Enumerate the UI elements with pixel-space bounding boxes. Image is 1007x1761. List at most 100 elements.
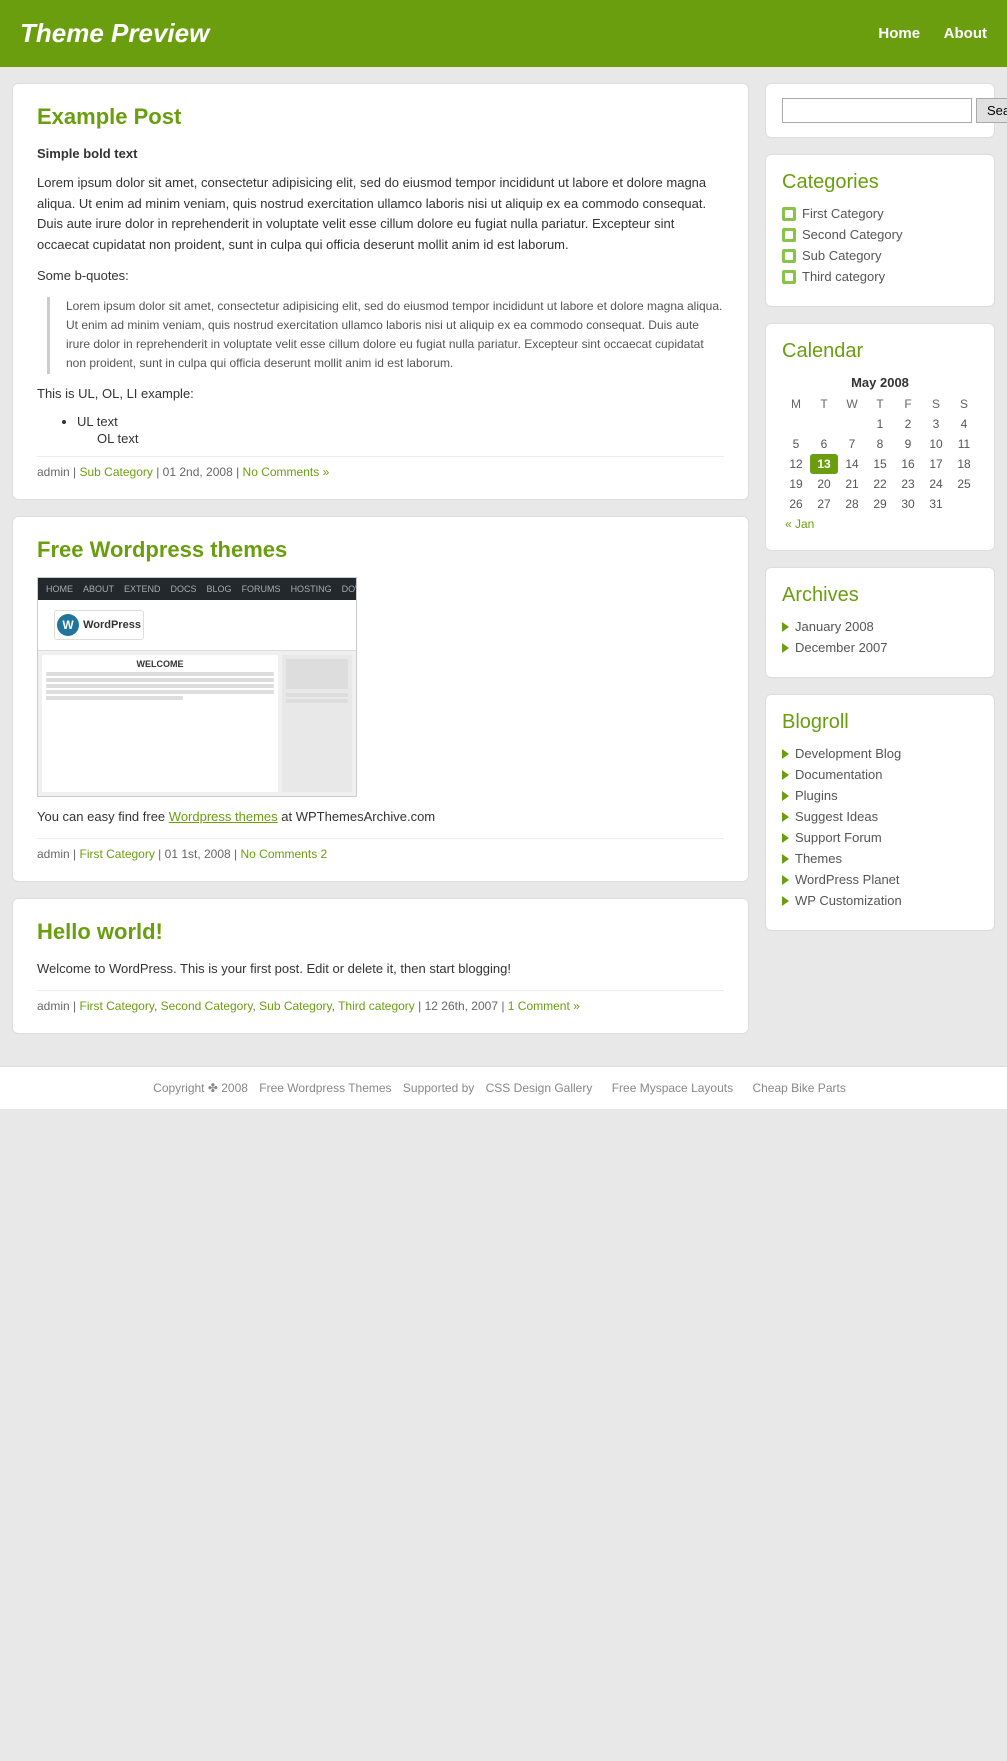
wp-logo: W WordPress: [54, 610, 144, 640]
category-link[interactable]: Sub Category: [802, 248, 882, 263]
post-example: Example Post Simple bold text Lorem ipsu…: [12, 83, 749, 500]
post-comments[interactable]: No Comments »: [243, 465, 330, 479]
post-link-wordpress-themes[interactable]: Wordpress themes: [169, 809, 278, 824]
post-cat-3[interactable]: Sub Category: [259, 999, 332, 1013]
wp-text-line: [46, 678, 274, 682]
footer-link-3[interactable]: Free Myspace Layouts: [612, 1081, 733, 1095]
cal-day: 7: [838, 434, 866, 454]
wp-nav-item: FORUMS: [242, 584, 281, 594]
cal-day: [838, 414, 866, 434]
blogroll-link[interactable]: Support Forum: [795, 830, 882, 845]
arrow-icon: [782, 749, 789, 759]
post-comments[interactable]: 1 Comment »: [508, 999, 580, 1013]
post-wordpress: Free Wordpress themes HOME ABOUT EXTEND …: [12, 516, 749, 882]
post-body-hello: Welcome to WordPress. This is your first…: [37, 959, 724, 980]
post-author: admin: [37, 999, 70, 1013]
wordpress-screenshot: HOME ABOUT EXTEND DOCS BLOG FORUMS HOSTI…: [37, 577, 357, 797]
post-title-hello: Hello world!: [37, 919, 724, 945]
footer-link-1[interactable]: Free Wordpress Themes: [259, 1081, 391, 1095]
blogroll-title: Blogroll: [782, 711, 978, 734]
post-date: 01 1st, 2008: [165, 847, 231, 861]
footer-supported: Supported by: [403, 1081, 474, 1095]
post-blockquote: Lorem ipsum dolor sit amet, consectetur …: [47, 297, 724, 374]
footer-link-2[interactable]: CSS Design Gallery: [486, 1081, 593, 1095]
cal-day-header: W: [838, 394, 866, 414]
wp-side-col: [282, 655, 352, 792]
archives-widget: Archives January 2008 December 2007: [765, 567, 995, 678]
post-ul-label: This is UL, OL, LI example:: [37, 384, 724, 405]
cal-day: 14: [838, 454, 866, 474]
wp-text-line: [46, 696, 183, 700]
category-link[interactable]: Third category: [802, 269, 885, 284]
post-cat-4[interactable]: Third category: [338, 999, 415, 1013]
calendar-table: May 2008 M T W T F S S: [782, 375, 978, 534]
post-comments[interactable]: No Comments 2: [241, 847, 328, 861]
nav-home[interactable]: Home: [878, 25, 920, 42]
wp-nav-bar: HOME ABOUT EXTEND DOCS BLOG FORUMS HOSTI…: [38, 578, 356, 600]
site-title: Theme Preview: [20, 18, 209, 49]
wp-nav-item: EXTEND: [124, 584, 161, 594]
nav-about[interactable]: About: [944, 25, 987, 42]
wp-nav-item: DOCS: [171, 584, 197, 594]
cal-day: 21: [838, 474, 866, 494]
category-item: Third category: [782, 269, 978, 284]
blogroll-link[interactable]: Development Blog: [795, 746, 901, 761]
cal-week: 1 2 3 4: [782, 414, 978, 434]
post-date: 12 26th, 2007: [425, 999, 498, 1013]
wp-nav-item: ABOUT: [83, 584, 114, 594]
cal-day: 28: [838, 494, 866, 514]
search-input[interactable]: [782, 98, 972, 123]
blogroll-link[interactable]: Plugins: [795, 788, 838, 803]
post-meta-wordpress: admin | First Category | 01 1st, 2008 | …: [37, 838, 724, 861]
wp-text-line: [286, 699, 348, 703]
blogroll-item: WP Customization: [782, 893, 978, 908]
archive-link[interactable]: January 2008: [795, 619, 874, 634]
wp-text-line: [286, 693, 348, 697]
cal-day: 6: [810, 434, 838, 454]
post-cat-2[interactable]: Second Category: [161, 999, 253, 1013]
cal-day: 29: [866, 494, 894, 514]
cal-day: 3: [922, 414, 950, 434]
cal-week: 5 6 7 8 9 10 11: [782, 434, 978, 454]
category-link[interactable]: First Category: [802, 206, 884, 221]
blogroll-link[interactable]: Themes: [795, 851, 842, 866]
blogroll-link[interactable]: WordPress Planet: [795, 872, 900, 887]
wp-side-thumb: [286, 659, 348, 689]
categories-title: Categories: [782, 171, 978, 194]
category-item: First Category: [782, 206, 978, 221]
blogroll-link[interactable]: WP Customization: [795, 893, 902, 908]
archive-link[interactable]: December 2007: [795, 640, 888, 655]
blogroll-item: Support Forum: [782, 830, 978, 845]
cal-day: [810, 414, 838, 434]
post-paragraph: Lorem ipsum dolor sit amet, consectetur …: [37, 173, 724, 256]
category-icon: [782, 270, 796, 284]
wp-circle-icon: W: [57, 614, 79, 636]
category-link[interactable]: Second Category: [802, 227, 902, 242]
post-cat-1[interactable]: First Category: [79, 999, 153, 1013]
cal-day: 8: [866, 434, 894, 454]
cal-day: 12: [782, 454, 810, 474]
arrow-icon: [782, 622, 789, 632]
cal-day: 19: [782, 474, 810, 494]
wp-nav-item: DOWNLOAD: [342, 584, 357, 594]
cal-day: 27: [810, 494, 838, 514]
wp-text-line: [46, 690, 274, 694]
cal-prev[interactable]: « Jan: [782, 514, 978, 534]
arrow-icon: [782, 791, 789, 801]
blogroll-link[interactable]: Suggest Ideas: [795, 809, 878, 824]
arrow-icon: [782, 770, 789, 780]
post-category[interactable]: First Category: [79, 847, 154, 861]
blogroll-item: Plugins: [782, 788, 978, 803]
archive-item: December 2007: [782, 640, 978, 655]
wp-text-line: [46, 672, 274, 676]
footer-link-4[interactable]: Cheap Bike Parts: [752, 1081, 845, 1095]
search-button[interactable]: Search: [976, 98, 1007, 123]
post-category[interactable]: Sub Category: [79, 465, 152, 479]
blogroll-link[interactable]: Documentation: [795, 767, 882, 782]
cal-day: [950, 494, 978, 514]
arrow-icon: [782, 875, 789, 885]
cal-day-header: T: [866, 394, 894, 414]
category-icon: [782, 249, 796, 263]
cal-day: 24: [922, 474, 950, 494]
blogroll-item: Themes: [782, 851, 978, 866]
